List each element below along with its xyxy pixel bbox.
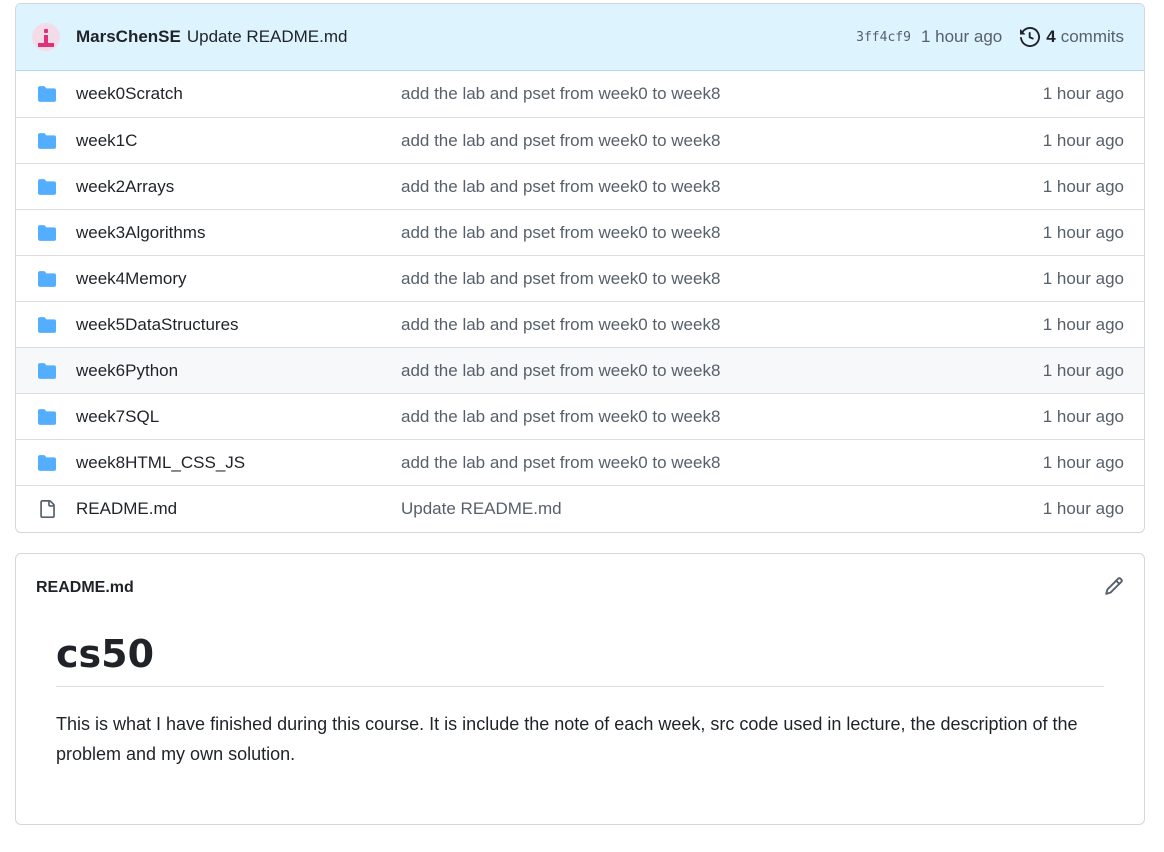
commit-message-link[interactable]: Update README.md [187,27,348,47]
file-name-link[interactable]: week0Scratch [76,84,401,104]
commit-time: 1 hour ago [920,27,1003,46]
folder-icon [36,362,58,380]
file-row[interactable]: README.md Update README.md 1 hour ago [16,485,1144,531]
file-commit-time: 1 hour ago [1042,360,1124,380]
folder-icon [36,178,58,196]
folder-icon [36,85,58,103]
file-commit-message-link[interactable]: add the lab and pset from week0 to week8 [401,315,1043,335]
file-commit-message-link[interactable]: add the lab and pset from week0 to week8 [401,177,1043,197]
file-commit-message-link[interactable]: add the lab and pset from week0 to week8 [401,453,1043,473]
file-commit-time: 1 hour ago [1042,176,1124,196]
file-name-link[interactable]: week1C [76,131,401,151]
file-commit-message-link[interactable]: add the lab and pset from week0 to week8 [401,407,1043,427]
file-name-link[interactable]: week5DataStructures [76,315,401,335]
file-row[interactable]: week4Memory add the lab and pset from wee… [16,255,1144,301]
file-row[interactable]: week0Scratch add the lab and pset from we… [16,71,1144,117]
history-icon [1020,27,1041,47]
file-commit-message-link[interactable]: Update README.md [401,499,1043,519]
file-commit-time: 1 hour ago [1042,268,1124,288]
file-commit-time: 1 hour ago [1042,314,1124,334]
commit-author-link[interactable]: MarsChenSE [76,27,181,47]
folder-icon [36,132,58,150]
readme-heading: cs50 [56,632,1104,687]
file-commit-message-link[interactable]: add the lab and pset from week0 to week8 [401,131,1043,151]
file-row[interactable]: week6Python add the lab and pset from wee… [16,347,1144,393]
file-commit-message-link[interactable]: add the lab and pset from week0 to week8 [401,361,1043,381]
file-name-link[interactable]: week3Algorithms [76,223,401,243]
file-commit-time: 1 hour ago [1042,130,1124,150]
file-row[interactable]: week2Arrays add the lab and pset from wee… [16,163,1144,209]
file-name-link[interactable]: week7SQL [76,407,401,427]
commit-history-link[interactable]: 4 commits [1020,27,1124,47]
readme-content: cs50 This is what I have finished during… [16,632,1144,769]
file-row[interactable]: week8HTML_CSS_JS add the lab and pset fro… [16,439,1144,485]
commit-count-label: commits [1060,27,1124,46]
file-commit-time: 1 hour ago [1042,498,1124,518]
folder-icon [36,454,58,472]
file-commit-message-link[interactable]: add the lab and pset from week0 to week8 [401,269,1043,289]
readme-paragraph: This is what I have finished during this… [56,714,1078,764]
file-row[interactable]: week3Algorithms add the lab and pset from… [16,209,1144,255]
edit-readme-button[interactable] [1104,576,1124,601]
avatar[interactable] [32,23,60,51]
file-commit-time: 1 hour ago [1042,406,1124,426]
file-browser: MarsChenSE Update README.md 3ff4cf9 1 ho… [15,3,1145,533]
file-row[interactable]: week5DataStructures add the lab and pset … [16,301,1144,347]
file-name-link[interactable]: README.md [76,499,401,519]
latest-commit-bar: MarsChenSE Update README.md 3ff4cf9 1 ho… [16,4,1144,71]
readme-panel: README.md cs50 This is what I have finis… [15,553,1145,825]
readme-filename-link[interactable]: README.md [36,579,134,597]
folder-icon [36,270,58,288]
file-commit-time: 1 hour ago [1042,222,1124,242]
file-icon [36,499,58,518]
file-row[interactable]: week1C add the lab and pset from week0 to… [16,117,1144,163]
commit-sha-link[interactable]: 3ff4cf9 [856,30,911,45]
file-row[interactable]: week7SQL add the lab and pset from week0 … [16,393,1144,439]
file-name-link[interactable]: week2Arrays [76,177,401,197]
folder-icon [36,224,58,242]
file-commit-message-link[interactable]: add the lab and pset from week0 to week8 [401,84,1043,104]
file-name-link[interactable]: week8HTML_CSS_JS [76,453,401,473]
commit-count: 4 [1046,27,1056,46]
readme-header: README.md [16,554,1144,622]
file-name-link[interactable]: week4Memory [76,269,401,289]
folder-icon [36,408,58,426]
file-commit-time: 1 hour ago [1042,452,1124,472]
file-name-link[interactable]: week6Python [76,361,401,381]
folder-icon [36,316,58,334]
pencil-icon [1105,576,1123,595]
file-commit-message-link[interactable]: add the lab and pset from week0 to week8 [401,223,1043,243]
file-commit-time: 1 hour ago [1042,84,1124,103]
